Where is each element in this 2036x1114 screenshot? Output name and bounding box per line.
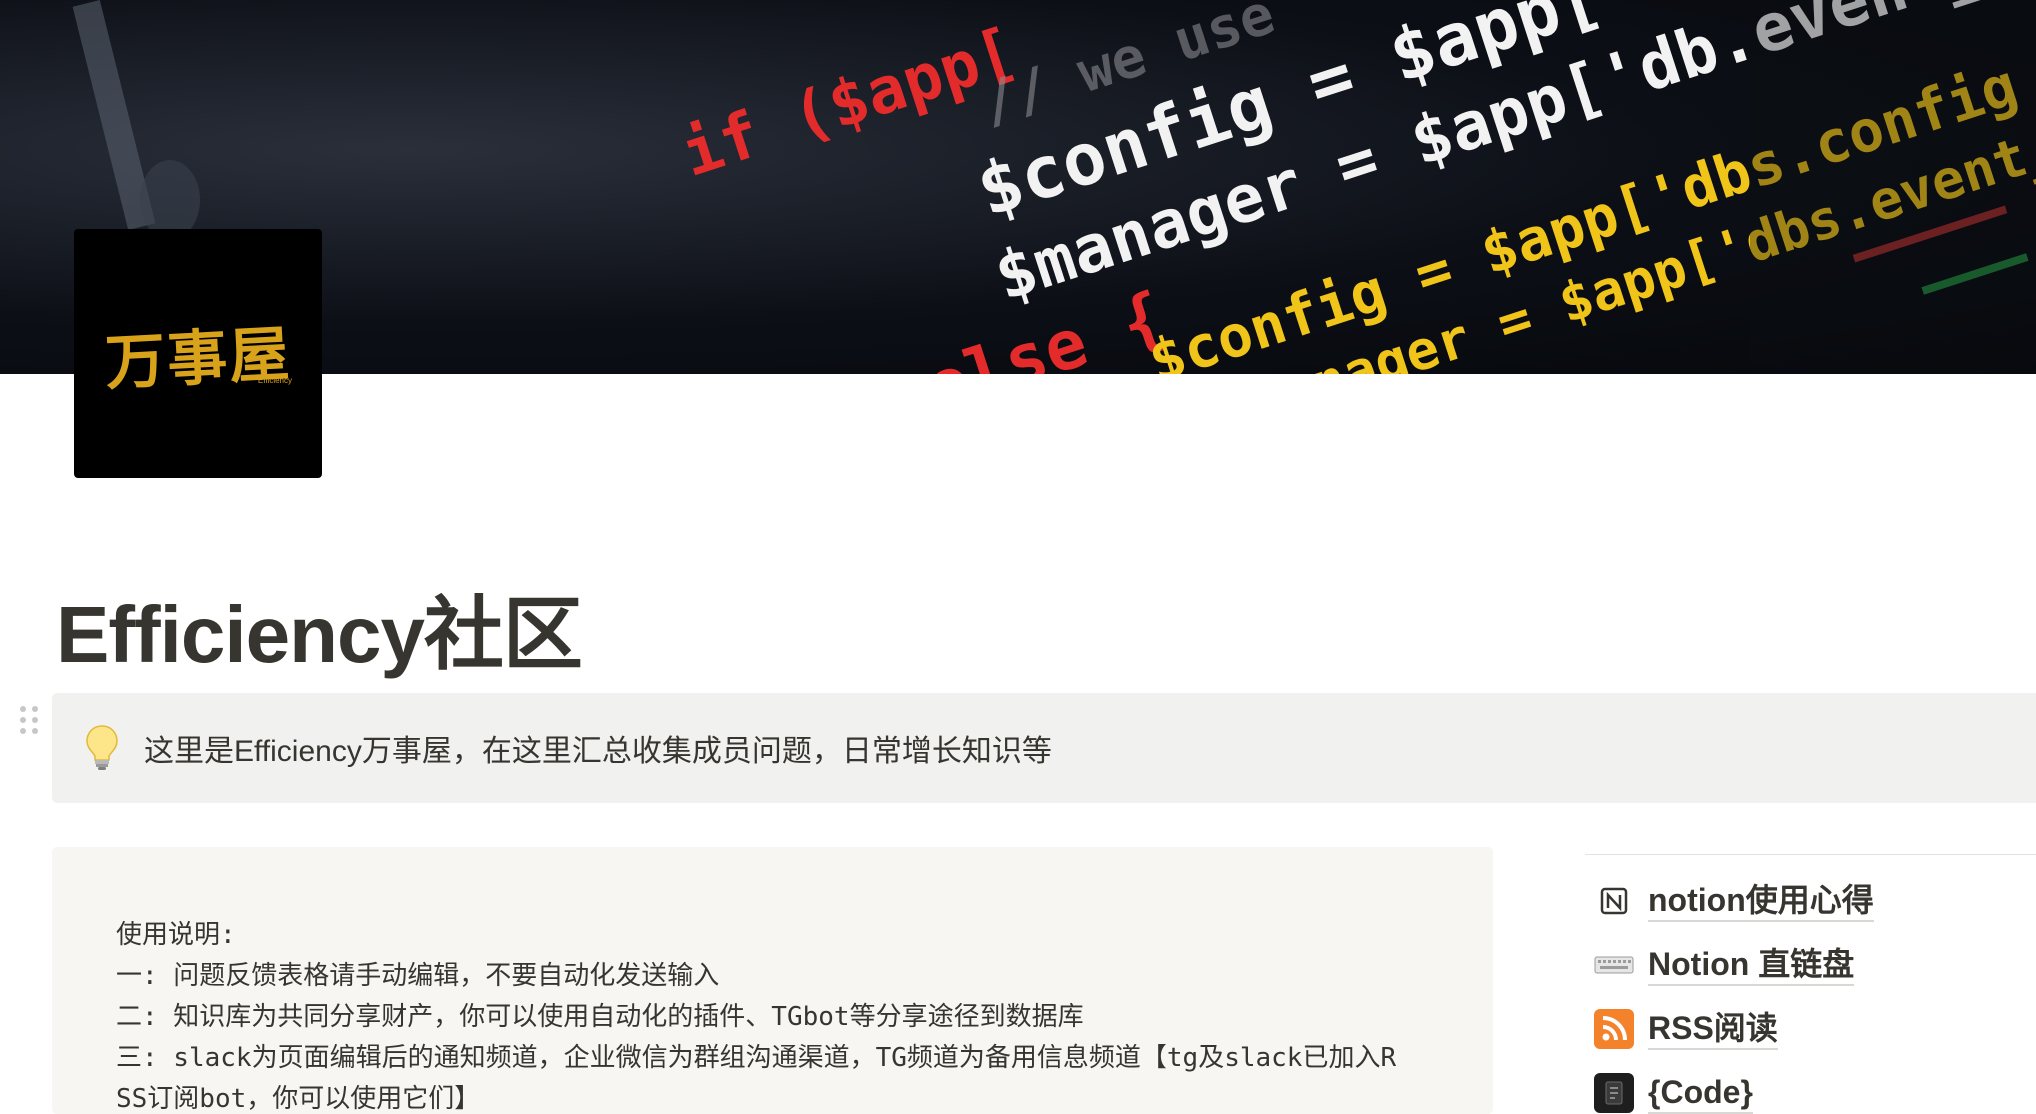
link-label: RSS阅读 (1648, 1008, 1778, 1050)
instructions-block[interactable]: 使用说明: 一: 问题反馈表格请手动编辑，不要自动化发送输入 二: 知识库为共同… (52, 847, 1493, 1114)
callout-text: 这里是Efficiency万事屋，在这里汇总收集成员问题，日常增长知识等 (144, 735, 1052, 768)
link-rss[interactable]: RSS阅读 (1594, 1004, 1778, 1054)
page: if ($app[ // we use $config = $app['db. … (0, 0, 2036, 1114)
callout-block[interactable]: 这里是Efficiency万事屋，在这里汇总收集成员问题，日常增长知识等 (52, 693, 2036, 803)
logo-text: 万事屋 (103, 319, 293, 399)
instructions-line: SS订阅bot，你可以使用它们】 (116, 1084, 481, 1114)
instructions-line: 二: 知识库为共同分享财产，你可以使用自动化的插件、TGbot等分享途径到数据库 (116, 1002, 1084, 1032)
instructions-line: 使用说明: (116, 920, 236, 950)
link-code[interactable]: {Code} (1594, 1068, 1753, 1114)
rss-icon (1594, 1009, 1634, 1049)
link-label: Notion 直链盘 (1648, 944, 1855, 986)
instructions-line: 三: slack为页面编辑后的通知频道，企业微信为群组沟通渠道，TG频道为备用信… (116, 1043, 1397, 1073)
link-notion-tips[interactable]: notion使用心得 (1594, 876, 1874, 926)
divider (1585, 854, 2036, 855)
link-label: {Code} (1648, 1072, 1753, 1114)
instructions-line: 一: 问题反馈表格请手动编辑，不要自动化发送输入 (116, 961, 720, 991)
notion-logo-icon (1594, 881, 1634, 921)
page-icon[interactable]: 万事屋 Efficiency (74, 229, 322, 478)
keyboard-icon (1594, 945, 1634, 985)
logo-subtext: Efficiency (257, 376, 292, 385)
link-label: notion使用心得 (1648, 880, 1874, 922)
page-title[interactable]: Efficiency社区 (56, 570, 583, 686)
drag-handle-icon[interactable] (20, 706, 40, 740)
link-notion-drive[interactable]: Notion 直链盘 (1594, 940, 1855, 990)
code-icon (1594, 1073, 1634, 1113)
lightbulb-icon (86, 725, 118, 770)
